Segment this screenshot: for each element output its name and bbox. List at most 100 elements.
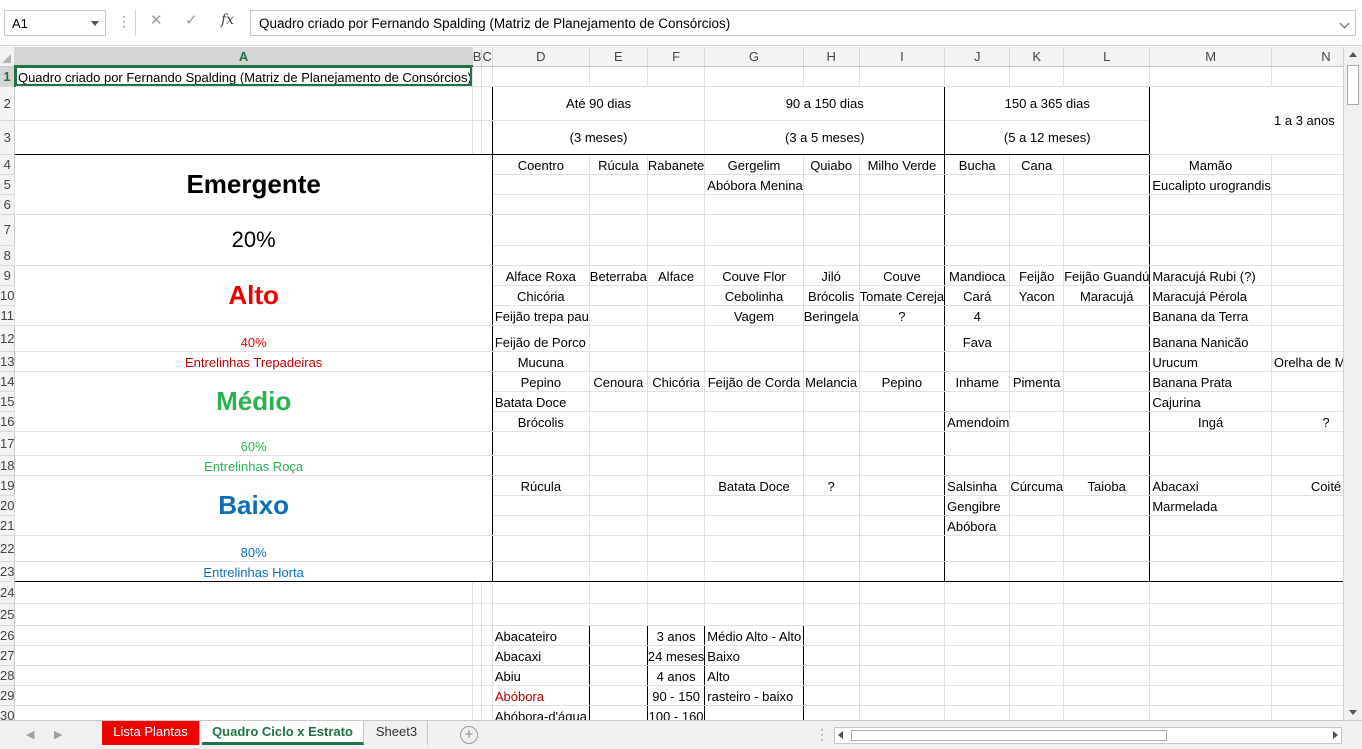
cell-h10[interactable]: Brócolis — [802, 284, 860, 306]
cell-e28[interactable] — [588, 664, 648, 686]
cell-i22[interactable] — [858, 534, 946, 562]
cell-j28[interactable] — [944, 664, 1011, 686]
cell-f30[interactable]: 100 - 160 — [646, 704, 706, 720]
cell-h27[interactable] — [802, 644, 860, 666]
cell-a23[interactable]: Entrelinhas Horta — [14, 560, 493, 582]
cell-m22[interactable] — [1149, 534, 1272, 562]
cell-n8[interactable] — [1270, 244, 1343, 266]
cell-d15[interactable]: Batata Doce — [491, 390, 590, 412]
formula-input[interactable]: Quadro criado por Fernando Spalding (Mat… — [250, 10, 1356, 36]
row-header[interactable]: 20 — [0, 495, 16, 516]
cell-g30[interactable] — [704, 704, 804, 720]
cell-g22[interactable] — [704, 534, 804, 562]
cell-d6[interactable] — [491, 193, 590, 215]
cell-f28[interactable]: 4 anos — [646, 664, 706, 686]
cell-c1[interactable] — [481, 65, 493, 87]
cell-j21[interactable]: Abóbora — [944, 514, 1011, 536]
row-header[interactable]: 13 — [0, 351, 16, 372]
cell-k21[interactable] — [1009, 514, 1065, 536]
row-header[interactable]: 12 — [0, 325, 16, 352]
cell-l28[interactable] — [1063, 664, 1151, 686]
cell-c3[interactable] — [481, 119, 493, 155]
cell-i8[interactable] — [858, 244, 946, 266]
cell-k6[interactable] — [1009, 193, 1065, 215]
cell-d27[interactable]: Abacaxi — [491, 644, 590, 666]
cell-h29[interactable] — [802, 684, 860, 706]
cell-i27[interactable] — [858, 644, 946, 666]
cell-g24[interactable] — [704, 580, 804, 604]
cell-h5[interactable] — [802, 173, 860, 195]
cell-m27[interactable] — [1149, 644, 1272, 666]
cell-d2[interactable]: Até 90 dias — [491, 85, 706, 120]
cell-a13[interactable]: Entrelinhas Trepadeiras — [14, 350, 493, 372]
cell-f5[interactable] — [646, 173, 706, 195]
cell-i6[interactable] — [858, 193, 946, 215]
cell-b24[interactable] — [471, 580, 483, 604]
cell-i9[interactable]: Couve — [858, 264, 946, 286]
cell-m29[interactable] — [1149, 684, 1272, 706]
cell-d18[interactable] — [491, 454, 590, 476]
cell-g26[interactable]: Médio Alto - Alto — [704, 624, 804, 646]
cell-l13[interactable] — [1063, 350, 1151, 372]
row-header[interactable]: 9 — [0, 265, 16, 286]
cell-h1[interactable] — [802, 65, 860, 87]
cell-e5[interactable] — [588, 173, 648, 195]
cell-n13[interactable]: Orelha de Macaco — [1270, 350, 1343, 372]
cell-j24[interactable] — [944, 580, 1011, 604]
cell-h16[interactable] — [802, 410, 860, 432]
cancel-icon[interactable]: ✕ — [150, 11, 163, 29]
enter-icon[interactable]: ✓ — [185, 11, 198, 29]
cell-e12[interactable] — [588, 324, 648, 352]
cell-j1[interactable] — [944, 65, 1011, 87]
cell-g8[interactable] — [704, 244, 804, 266]
cell-j8[interactable] — [944, 244, 1011, 266]
cell-n17[interactable] — [1270, 430, 1343, 456]
cell-m2[interactable]: 1 a 3 anos — [1149, 85, 1343, 155]
cell-n16[interactable]: ? — [1270, 410, 1343, 432]
cell-n26[interactable] — [1270, 624, 1343, 646]
cell-h28[interactable] — [802, 664, 860, 686]
cell-f13[interactable] — [646, 350, 706, 372]
cell-g11[interactable]: Vagem — [704, 304, 804, 326]
row-header[interactable]: 6 — [0, 194, 16, 215]
cell-h22[interactable] — [802, 534, 860, 562]
cell-h24[interactable] — [802, 580, 860, 604]
cell-m20[interactable]: Marmelada — [1149, 494, 1272, 516]
cell-n28[interactable] — [1270, 664, 1343, 686]
cell-k15[interactable] — [1009, 390, 1065, 412]
cell-m16[interactable]: Ingá — [1149, 410, 1272, 432]
cell-a30[interactable] — [14, 704, 473, 720]
cell-i5[interactable] — [858, 173, 946, 195]
cell-m25[interactable] — [1149, 602, 1272, 626]
cell-m17[interactable] — [1149, 430, 1272, 456]
cell-g4[interactable]: Gergelim — [704, 153, 804, 175]
column-header[interactable]: K — [1009, 47, 1065, 67]
column-header[interactable]: E — [589, 47, 648, 67]
cell-i13[interactable] — [858, 350, 946, 372]
cell-h18[interactable] — [802, 454, 860, 476]
row-header[interactable]: 8 — [0, 245, 16, 266]
cell-h4[interactable]: Quiabo — [802, 153, 860, 175]
cell-l11[interactable] — [1063, 304, 1151, 326]
cell-h9[interactable]: Jiló — [802, 264, 860, 286]
cell-d3[interactable]: (3 meses) — [491, 119, 706, 155]
cell-a4[interactable]: Emergente — [14, 153, 493, 215]
more-options-icon[interactable]: ⋮ — [117, 13, 131, 30]
cell-f21[interactable] — [646, 514, 706, 536]
sheet-tab-sheet3[interactable]: Sheet3 — [366, 721, 428, 745]
cell-e6[interactable] — [588, 193, 648, 215]
name-box-dropdown-icon[interactable] — [91, 21, 99, 26]
cell-e30[interactable] — [588, 704, 648, 720]
cell-m28[interactable] — [1149, 664, 1272, 686]
cell-f27[interactable]: 24 meses — [646, 644, 706, 666]
cell-j11[interactable]: 4 — [944, 304, 1011, 326]
cell-d25[interactable] — [491, 602, 590, 626]
cell-i16[interactable] — [858, 410, 946, 432]
row-header[interactable]: 25 — [0, 603, 16, 626]
cell-i23[interactable] — [858, 560, 946, 582]
row-header[interactable]: 11 — [0, 305, 16, 326]
column-header[interactable]: C — [481, 47, 493, 67]
cell-g5[interactable]: Abóbora Menina — [704, 173, 804, 195]
cell-i30[interactable] — [858, 704, 946, 720]
cell-m12[interactable]: Banana Nanicão — [1149, 324, 1272, 352]
